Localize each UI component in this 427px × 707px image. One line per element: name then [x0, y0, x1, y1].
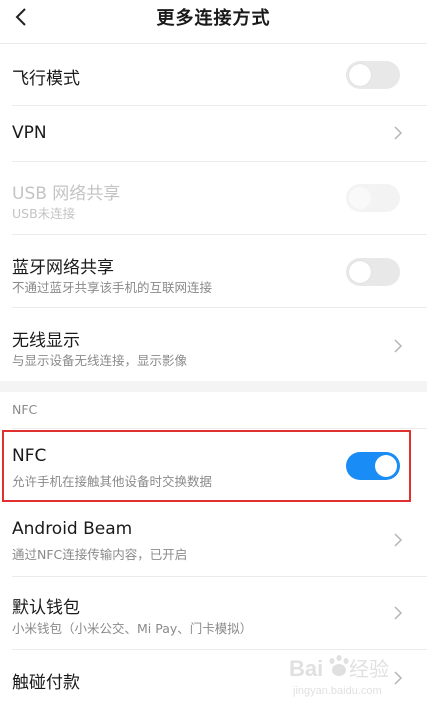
chevron-right-icon	[394, 606, 403, 620]
top-bar: 更多连接方式	[0, 0, 427, 44]
bluetooth-tether-label: 蓝牙网络共享	[12, 258, 114, 278]
tap-to-pay-label: 触碰付款	[12, 673, 80, 693]
android-beam-label: Android Beam	[12, 519, 133, 539]
android-beam-subtitle: 通过NFC连接传输内容，已开启	[12, 547, 188, 562]
toggle-knob	[349, 187, 371, 209]
wireless-display-label: 无线显示	[12, 331, 80, 351]
usb-tether-toggle	[346, 184, 400, 212]
airplane-mode-label: 飞行模式	[12, 69, 80, 89]
page-title: 更多连接方式	[156, 8, 271, 29]
highlight-box	[2, 430, 411, 502]
svg-text:jingyan.baidu.com: jingyan.baidu.com	[292, 685, 382, 697]
vpn-row[interactable]: VPN	[0, 106, 427, 161]
bluetooth-tether-subtitle: 不通过蓝牙共享该手机的互联网连接	[12, 280, 213, 295]
chevron-right-icon	[394, 533, 403, 547]
usb-tether-row: USB 网络共享 USB未连接	[0, 162, 427, 234]
section-gap	[0, 381, 427, 392]
divider	[12, 428, 427, 429]
airplane-mode-row[interactable]: 飞行模式	[0, 44, 427, 105]
chevron-right-icon	[394, 339, 403, 353]
wireless-display-row[interactable]: 无线显示 与显示设备无线连接，显示影像	[0, 308, 427, 380]
toggle-knob	[349, 64, 371, 86]
svg-text:Bai: Bai	[289, 656, 323, 681]
default-wallet-label: 默认钱包	[12, 598, 80, 618]
bluetooth-tether-toggle[interactable]	[346, 258, 400, 286]
baidu-watermark-logo: Bai 经验 jingyan.baidu.com	[289, 655, 389, 697]
svg-text:经验: 经验	[349, 657, 389, 681]
bluetooth-tether-row[interactable]: 蓝牙网络共享 不通过蓝牙共享该手机的互联网连接	[0, 235, 427, 307]
vpn-label: VPN	[12, 123, 47, 143]
usb-tether-subtitle: USB未连接	[12, 206, 76, 221]
usb-tether-label: USB 网络共享	[12, 184, 121, 204]
airplane-mode-toggle[interactable]	[346, 61, 400, 89]
wireless-display-subtitle: 与显示设备无线连接，显示影像	[12, 353, 188, 368]
default-wallet-subtitle: 小米钱包（小米公交、Mi Pay、门卡模拟）	[12, 621, 253, 636]
section-header-nfc: NFC	[12, 402, 38, 417]
chevron-right-icon	[394, 126, 403, 140]
default-wallet-row[interactable]: 默认钱包 小米钱包（小米公交、Mi Pay、门卡模拟）	[0, 577, 427, 649]
toggle-knob	[349, 261, 371, 283]
android-beam-row[interactable]: Android Beam 通过NFC连接传输内容，已开启	[0, 503, 427, 575]
